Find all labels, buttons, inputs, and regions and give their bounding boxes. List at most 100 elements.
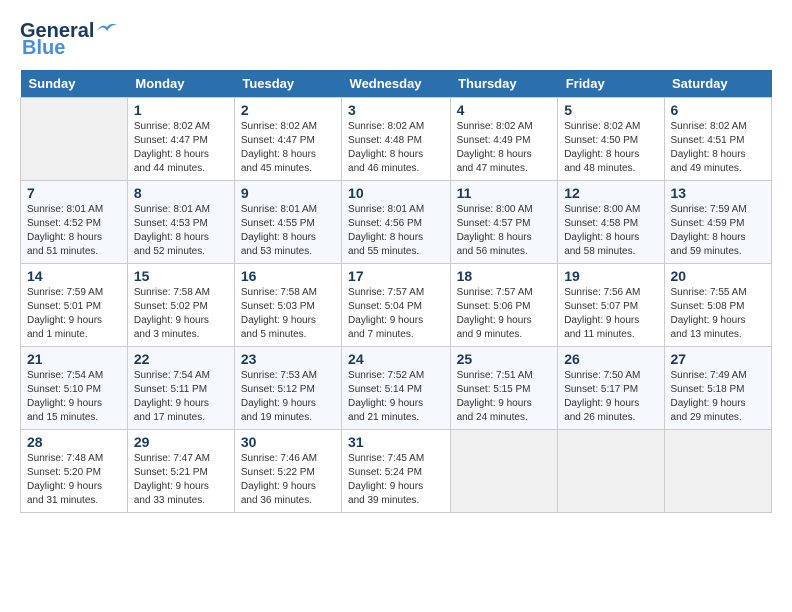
day-info: Sunrise: 7:55 AM Sunset: 5:08 PM Dayligh… (671, 286, 765, 342)
day-info: Sunrise: 8:02 AM Sunset: 4:48 PM Dayligh… (348, 120, 444, 176)
header-wednesday: Wednesday (342, 70, 451, 98)
calendar-cell: 7 Sunrise: 8:01 AM Sunset: 4:52 PM Daylig… (21, 181, 128, 264)
calendar-cell: 24 Sunrise: 7:52 AM Sunset: 5:14 PM Dayli… (342, 347, 451, 430)
day-info: Sunrise: 7:45 AM Sunset: 5:24 PM Dayligh… (348, 452, 444, 508)
day-info: Sunrise: 8:02 AM Sunset: 4:47 PM Dayligh… (241, 120, 335, 176)
day-number: 15 (134, 268, 228, 284)
day-info: Sunrise: 7:52 AM Sunset: 5:14 PM Dayligh… (348, 369, 444, 425)
calendar-week-row: 14 Sunrise: 7:59 AM Sunset: 5:01 PM Dayli… (21, 264, 772, 347)
day-info: Sunrise: 8:01 AM Sunset: 4:52 PM Dayligh… (27, 203, 121, 259)
day-number: 18 (457, 268, 552, 284)
page-header: General Blue (20, 20, 772, 60)
day-number: 17 (348, 268, 444, 284)
day-info: Sunrise: 7:58 AM Sunset: 5:03 PM Dayligh… (241, 286, 335, 342)
calendar-cell: 6 Sunrise: 8:02 AM Sunset: 4:51 PM Daylig… (664, 98, 771, 181)
calendar-cell: 22Sunrise: 7:54 AM Sunset: 5:11 PM Dayli… (127, 347, 234, 430)
day-number: 21 (27, 351, 121, 367)
day-number: 11 (457, 185, 552, 201)
day-number: 27 (671, 351, 765, 367)
day-number: 28 (27, 434, 121, 450)
day-number: 31 (348, 434, 444, 450)
day-info: Sunrise: 7:57 AM Sunset: 5:04 PM Dayligh… (348, 286, 444, 342)
calendar-cell (21, 98, 128, 181)
calendar-cell: 31 Sunrise: 7:45 AM Sunset: 5:24 PM Dayli… (342, 430, 451, 513)
header-monday: Monday (127, 70, 234, 98)
day-info: Sunrise: 7:50 AM Sunset: 5:17 PM Dayligh… (564, 369, 657, 425)
calendar-header-row: SundayMondayTuesdayWednesdayThursdayFrid… (21, 70, 772, 98)
day-info: Sunrise: 8:00 AM Sunset: 4:58 PM Dayligh… (564, 203, 657, 259)
day-number: 12 (564, 185, 657, 201)
day-info: Sunrise: 7:59 AM Sunset: 4:59 PM Dayligh… (671, 203, 765, 259)
day-info: Sunrise: 7:53 AM Sunset: 5:12 PM Dayligh… (241, 369, 335, 425)
day-number: 26 (564, 351, 657, 367)
calendar-cell: 15 Sunrise: 7:58 AM Sunset: 5:02 PM Dayli… (127, 264, 234, 347)
day-number: 14 (27, 268, 121, 284)
day-number: 7 (27, 185, 121, 201)
day-number: 29 (134, 434, 228, 450)
logo-blue-text: Blue (20, 37, 65, 60)
logo-bird-icon (96, 21, 118, 39)
day-info: Sunrise: 7:54 AM Sunset: 5:11 PM Dayligh… (134, 369, 228, 425)
day-number: 20 (671, 268, 765, 284)
calendar-cell: 9 Sunrise: 8:01 AM Sunset: 4:55 PM Daylig… (234, 181, 341, 264)
header-friday: Friday (558, 70, 664, 98)
day-number: 19 (564, 268, 657, 284)
day-number: 6 (671, 102, 765, 118)
calendar-cell (558, 430, 664, 513)
calendar-week-row: 7 Sunrise: 8:01 AM Sunset: 4:52 PM Daylig… (21, 181, 772, 264)
header-saturday: Saturday (664, 70, 771, 98)
day-info: Sunrise: 7:58 AM Sunset: 5:02 PM Dayligh… (134, 286, 228, 342)
day-number: 3 (348, 102, 444, 118)
day-info: Sunrise: 7:49 AM Sunset: 5:18 PM Dayligh… (671, 369, 765, 425)
calendar-cell: 4 Sunrise: 8:02 AM Sunset: 4:49 PM Daylig… (450, 98, 558, 181)
day-number: 1 (134, 102, 228, 118)
calendar-cell: 16 Sunrise: 7:58 AM Sunset: 5:03 PM Dayli… (234, 264, 341, 347)
day-number: 24 (348, 351, 444, 367)
day-info: Sunrise: 7:56 AM Sunset: 5:07 PM Dayligh… (564, 286, 657, 342)
day-info: Sunrise: 7:54 AM Sunset: 5:10 PM Dayligh… (27, 369, 121, 425)
day-info: Sunrise: 7:47 AM Sunset: 5:21 PM Dayligh… (134, 452, 228, 508)
calendar-week-row: 1 Sunrise: 8:02 AM Sunset: 4:47 PM Daylig… (21, 98, 772, 181)
day-info: Sunrise: 7:51 AM Sunset: 5:15 PM Dayligh… (457, 369, 552, 425)
calendar-cell: 12 Sunrise: 8:00 AM Sunset: 4:58 PM Dayli… (558, 181, 664, 264)
day-info: Sunrise: 7:48 AM Sunset: 5:20 PM Dayligh… (27, 452, 121, 508)
day-info: Sunrise: 8:00 AM Sunset: 4:57 PM Dayligh… (457, 203, 552, 259)
day-info: Sunrise: 8:01 AM Sunset: 4:53 PM Dayligh… (134, 203, 228, 259)
calendar-cell: 28 Sunrise: 7:48 AM Sunset: 5:20 PM Dayli… (21, 430, 128, 513)
day-number: 13 (671, 185, 765, 201)
logo: General Blue (20, 20, 118, 60)
calendar-cell: 20 Sunrise: 7:55 AM Sunset: 5:08 PM Dayli… (664, 264, 771, 347)
calendar-cell: 13 Sunrise: 7:59 AM Sunset: 4:59 PM Dayli… (664, 181, 771, 264)
day-info: Sunrise: 8:02 AM Sunset: 4:51 PM Dayligh… (671, 120, 765, 176)
day-info: Sunrise: 8:01 AM Sunset: 4:55 PM Dayligh… (241, 203, 335, 259)
day-info: Sunrise: 8:02 AM Sunset: 4:49 PM Dayligh… (457, 120, 552, 176)
calendar-cell: 25Sunrise: 7:51 AM Sunset: 5:15 PM Dayli… (450, 347, 558, 430)
header-sunday: Sunday (21, 70, 128, 98)
calendar-cell: 19 Sunrise: 7:56 AM Sunset: 5:07 PM Dayli… (558, 264, 664, 347)
day-info: Sunrise: 8:02 AM Sunset: 4:50 PM Dayligh… (564, 120, 657, 176)
day-number: 5 (564, 102, 657, 118)
calendar-cell: 29 Sunrise: 7:47 AM Sunset: 5:21 PM Dayli… (127, 430, 234, 513)
day-number: 16 (241, 268, 335, 284)
header-thursday: Thursday (450, 70, 558, 98)
day-number: 9 (241, 185, 335, 201)
calendar-cell (664, 430, 771, 513)
calendar-cell: 23 Sunrise: 7:53 AM Sunset: 5:12 PM Dayli… (234, 347, 341, 430)
calendar-cell: 8 Sunrise: 8:01 AM Sunset: 4:53 PM Daylig… (127, 181, 234, 264)
calendar-week-row: 28 Sunrise: 7:48 AM Sunset: 5:20 PM Dayli… (21, 430, 772, 513)
day-info: Sunrise: 7:59 AM Sunset: 5:01 PM Dayligh… (27, 286, 121, 342)
calendar-cell: 21 Sunrise: 7:54 AM Sunset: 5:10 PM Dayli… (21, 347, 128, 430)
day-number: 23 (241, 351, 335, 367)
calendar-cell: 1Sunrise: 8:02 AM Sunset: 4:47 PM Daylig… (127, 98, 234, 181)
calendar-cell: 11 Sunrise: 8:00 AM Sunset: 4:57 PM Dayli… (450, 181, 558, 264)
day-number: 8 (134, 185, 228, 201)
day-number: 4 (457, 102, 552, 118)
header-tuesday: Tuesday (234, 70, 341, 98)
day-number: 30 (241, 434, 335, 450)
calendar-cell: 17 Sunrise: 7:57 AM Sunset: 5:04 PM Dayli… (342, 264, 451, 347)
day-number: 2 (241, 102, 335, 118)
day-number: 10 (348, 185, 444, 201)
day-info: Sunrise: 7:57 AM Sunset: 5:06 PM Dayligh… (457, 286, 552, 342)
calendar-week-row: 21 Sunrise: 7:54 AM Sunset: 5:10 PM Dayli… (21, 347, 772, 430)
calendar-cell: 2 Sunrise: 8:02 AM Sunset: 4:47 PM Daylig… (234, 98, 341, 181)
